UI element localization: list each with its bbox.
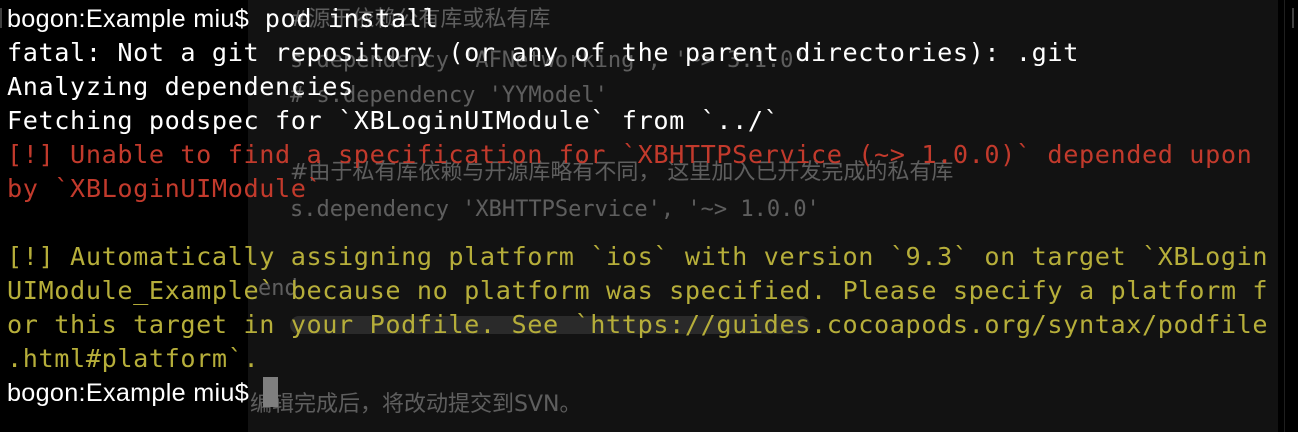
output-line: fatal: Not a git repository (or any of t… [7, 38, 1079, 67]
terminal-output[interactable]: bogon:Example miu$ pod install fatal: No… [0, 0, 1298, 432]
warning-line: or this target in your Podfile. See `htt… [7, 310, 1269, 339]
output-line: Analyzing dependencies [7, 72, 354, 101]
warning-line: .html#platform`. [7, 344, 260, 373]
output-line: Fetching podspec for `XBLoginUIModule` f… [7, 106, 780, 135]
text-cursor [263, 377, 279, 407]
command-line: bogon:Example miu$ pod install [7, 2, 438, 36]
warning-line: [!] Automatically assigning platform `io… [7, 242, 1269, 271]
error-line: by `XBLoginUIModule` [7, 174, 323, 203]
error-line: [!] Unable to find a specification for `… [7, 140, 1253, 169]
terminal-window[interactable]: #源于依赖公有库或私有库 s.dependency 'AFNetworking'… [0, 0, 1298, 432]
warning-line: UIModule_Example` because no platform wa… [7, 276, 1269, 305]
shell-prompt: bogon:Example miu$ [7, 5, 250, 33]
shell-prompt: bogon:Example miu$ [7, 379, 250, 407]
input-line[interactable]: bogon:Example miu$ [7, 376, 279, 410]
command-text: pod install [264, 4, 439, 33]
